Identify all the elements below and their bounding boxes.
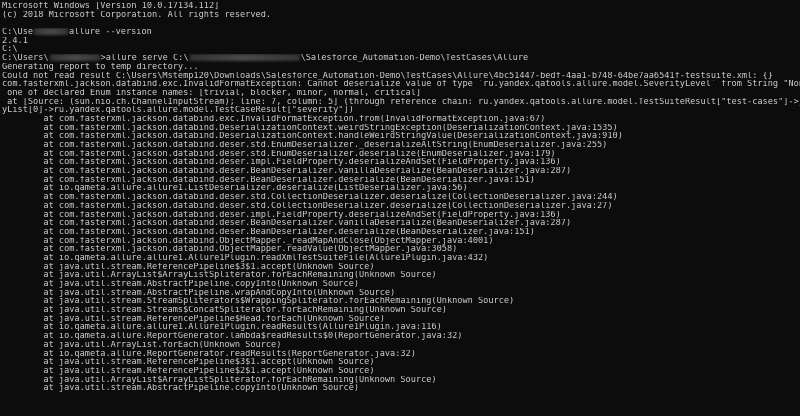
output-line: at io.qameta.allure.allure1.ListDeserial… [2, 184, 468, 194]
output-line: at io.qameta.allure.allure1.Allure1Plugi… [2, 323, 442, 333]
command-path-tail: \Salesforce_Automation-Demo\TestCases\Al… [300, 54, 529, 63]
output-line: yList[0]->ru.yandex.qatools.allure.model… [2, 106, 354, 115]
output-line: at java.util.ArrayList$ArrayListSplitera… [2, 375, 437, 385]
prompt-tail: C:\ [2, 45, 18, 55]
output-line: at java.util.stream.ReferencePipeline$He… [2, 314, 385, 324]
output-line: at java.util.stream.AbstractPipeline.wra… [2, 288, 396, 298]
header-line-2: (c) 2018 Microsoft Corporation. All righ… [2, 10, 272, 20]
output-line: at com.fasterxml.jackson.databind.deser.… [2, 175, 535, 185]
output-line: com.fasterxml.jackson.databind.exc.Inval… [2, 80, 800, 89]
output-line: at [Source: (sun.nio.ch.ChannelInputStre… [2, 97, 800, 107]
version-output: 2.4.1 [2, 36, 28, 46]
output-line: Could not read result C:\Users\Mstemp120… [2, 71, 773, 81]
output-line: at com.fasterxml.jackson.databind.deser.… [2, 158, 561, 168]
output-line: at java.util.stream.Streams$ConcatSplite… [2, 306, 447, 315]
output-line: at java.util.stream.AbstractPipeline.cop… [2, 384, 359, 393]
output-line: one of declared Enum instance names: [tr… [2, 88, 422, 98]
output-line: at com.fasterxml.jackson.databind.Deseri… [2, 132, 623, 141]
prompt-prefix: C:\Users\ [2, 54, 49, 63]
console-window[interactable]: Microsoft Windows [Version 10.0.17134.11… [0, 0, 800, 416]
output-line: at java.util.ArrayList$ArrayListSplitera… [2, 271, 437, 280]
console-output: Generating report to temp directory... Co… [2, 63, 800, 393]
output-line: at java.util.stream.StreamSpliterators$W… [2, 297, 515, 307]
output-line: at com.fasterxml.jackson.databind.deser.… [2, 167, 572, 176]
command-text: >allure serve C:\ [100, 54, 189, 63]
output-line: at com.fasterxml.jackson.databind.deser.… [2, 141, 608, 150]
output-line: at com.fasterxml.jackson.databind.Object… [2, 236, 494, 246]
command-line-1: C:\Use allure --version [2, 28, 800, 37]
output-line: at com.fasterxml.jackson.databind.deser.… [2, 210, 561, 220]
output-line: at com.fasterxml.jackson.databind.Deseri… [2, 123, 618, 133]
output-line: at com.fasterxml.jackson.databind.Object… [2, 245, 458, 254]
header-line-1: Microsoft Windows [Version 10.0.17134.11… [2, 2, 220, 11]
output-line: at java.util.ArrayList.forEach(Unknown S… [2, 340, 282, 350]
output-line: at com.fasterxml.jackson.databind.deser.… [2, 149, 556, 159]
command-text: allure --version [69, 28, 152, 37]
output-line: at java.util.stream.ReferencePipeline$2$… [2, 366, 375, 376]
output-line: at com.fasterxml.jackson.databind.exc.In… [2, 114, 546, 124]
output-line: at java.util.stream.AbstractPipeline.cop… [2, 280, 359, 289]
output-line: at com.fasterxml.jackson.databind.deser.… [2, 201, 613, 211]
redacted-username [49, 54, 100, 62]
redacted-path [189, 54, 300, 62]
output-line: at com.fasterxml.jackson.databind.deser.… [2, 193, 618, 202]
redacted-username [34, 28, 69, 36]
output-line: at java.util.stream.ReferencePipeline$3$… [2, 358, 375, 367]
output-line: at java.util.stream.ReferencePipeline$3$… [2, 262, 375, 272]
command-line-2: C:\Users\ >allure serve C:\ \Salesforce_Au… [2, 54, 800, 63]
prompt-prefix: C:\Use [2, 28, 34, 37]
output-line: Generating report to temp directory... [2, 62, 199, 72]
output-line: at com.fasterxml.jackson.databind.deser.… [2, 219, 572, 228]
output-line: at io.qameta.allure.ReportGenerator.lamb… [2, 332, 463, 341]
output-line: at com.fasterxml.jackson.databind.deser.… [2, 227, 535, 237]
output-line: at io.qameta.allure.ReportGenerator.read… [2, 349, 416, 359]
output-line: at io.qameta.allure.allure1.Allure1Plugi… [2, 253, 489, 263]
